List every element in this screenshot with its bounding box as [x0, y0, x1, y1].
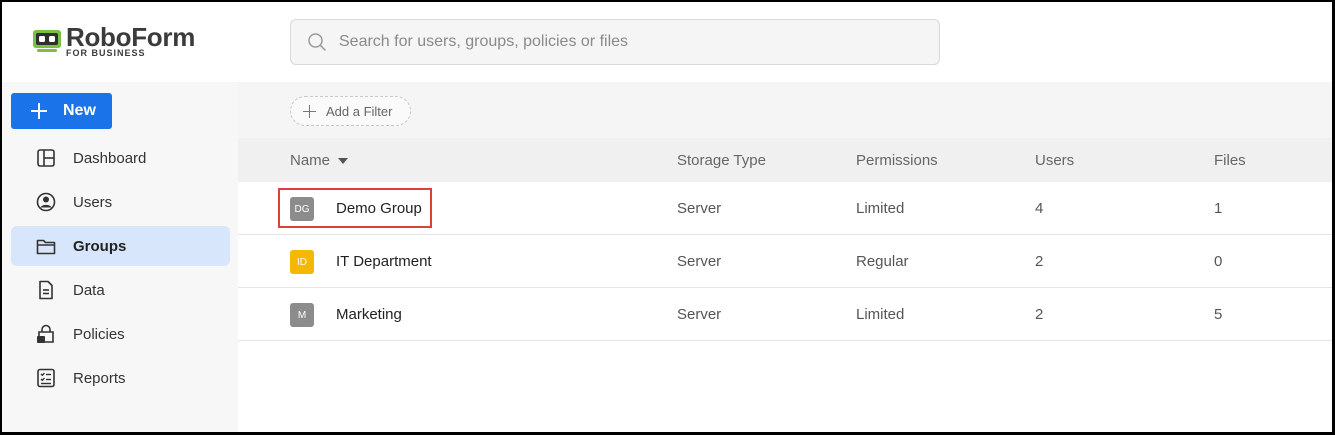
brand-name: RoboForm [66, 22, 196, 52]
group-name[interactable]: IT Department [336, 253, 432, 270]
sidebar-item-label: Reports [73, 369, 126, 387]
files-count-cell: 0 [1214, 253, 1223, 270]
files-count-cell: 5 [1214, 306, 1223, 323]
search-input[interactable] [339, 33, 899, 51]
storage-type-cell: Server [677, 253, 722, 270]
sidebar-item-label: Data [73, 281, 105, 299]
group-name[interactable]: Marketing [336, 306, 402, 323]
app-window: RoboForm FOR BUSINESS New [2, 2, 1332, 432]
group-avatar: M [290, 303, 314, 327]
table-row[interactable]: ID IT Department Server Regular 2 0 [238, 235, 1332, 288]
permissions-cell: Limited [856, 306, 905, 323]
files-count-cell: 1 [1214, 200, 1223, 217]
sidebar-nav: Dashboard Users Groups Data Policies Rep… [11, 138, 230, 402]
table-row[interactable]: M Marketing Server Limited 2 5 [238, 288, 1332, 341]
sidebar-item-policies[interactable]: Policies [11, 314, 230, 354]
column-header-permissions[interactable]: Permissions [856, 152, 938, 169]
sidebar-item-label: Users [73, 193, 113, 211]
storage-type-cell: Server [677, 306, 722, 323]
roboform-logo[interactable]: RoboForm FOR BUSINESS [32, 24, 195, 58]
document-icon [39, 280, 53, 300]
storage-type-cell: Server [677, 200, 722, 217]
robot-logo-icon [32, 28, 62, 54]
sidebar-item-label: Policies [73, 325, 125, 343]
new-button-label: New [63, 102, 96, 119]
new-button[interactable]: New [11, 93, 112, 129]
search-icon [308, 33, 326, 51]
plus-icon [303, 104, 316, 118]
table-header: Name Storage Type Permissions Users File… [238, 138, 1332, 182]
users-count-cell: 4 [1035, 200, 1044, 217]
column-header-storage-type[interactable]: Storage Type [677, 152, 766, 169]
sort-desc-icon [338, 158, 349, 165]
search-box[interactable] [290, 19, 940, 65]
column-header-label: Name [290, 152, 331, 169]
brand-subtitle: FOR BUSINESS [66, 48, 146, 58]
sidebar-item-data[interactable]: Data [11, 270, 230, 310]
folder-icon [36, 239, 56, 255]
checklist-icon [37, 368, 55, 388]
plus-icon [31, 103, 47, 119]
column-header-users[interactable]: Users [1035, 152, 1074, 169]
sidebar-item-groups[interactable]: Groups [11, 226, 230, 266]
lock-policy-icon [37, 324, 54, 343]
add-filter-label: Add a Filter [326, 103, 393, 119]
sidebar: New Dashboard Users Groups Data Policies… [2, 82, 238, 432]
users-count-cell: 2 [1035, 306, 1044, 323]
sidebar-item-dashboard[interactable]: Dashboard [11, 138, 230, 178]
group-avatar: ID [290, 250, 314, 274]
main-content: Add a Filter Name Storage Type Permissio… [238, 82, 1332, 432]
group-name[interactable]: Demo Group [336, 200, 422, 217]
column-header-files[interactable]: Files [1214, 152, 1246, 169]
user-circle-icon [36, 192, 56, 212]
filter-bar: Add a Filter [238, 82, 1332, 138]
group-avatar: DG [290, 197, 314, 221]
top-header: RoboForm FOR BUSINESS [2, 2, 1332, 82]
add-filter-button[interactable]: Add a Filter [290, 96, 411, 126]
sidebar-item-users[interactable]: Users [11, 182, 230, 222]
permissions-cell: Regular [856, 253, 909, 270]
column-header-name[interactable]: Name [290, 152, 349, 169]
permissions-cell: Limited [856, 200, 905, 217]
users-count-cell: 2 [1035, 253, 1044, 270]
sidebar-item-label: Dashboard [73, 149, 147, 167]
dashboard-icon [37, 149, 55, 167]
table-row[interactable]: DG Demo Group Server Limited 4 1 [238, 182, 1332, 235]
sidebar-item-reports[interactable]: Reports [11, 358, 230, 398]
sidebar-item-label: Groups [73, 237, 127, 255]
